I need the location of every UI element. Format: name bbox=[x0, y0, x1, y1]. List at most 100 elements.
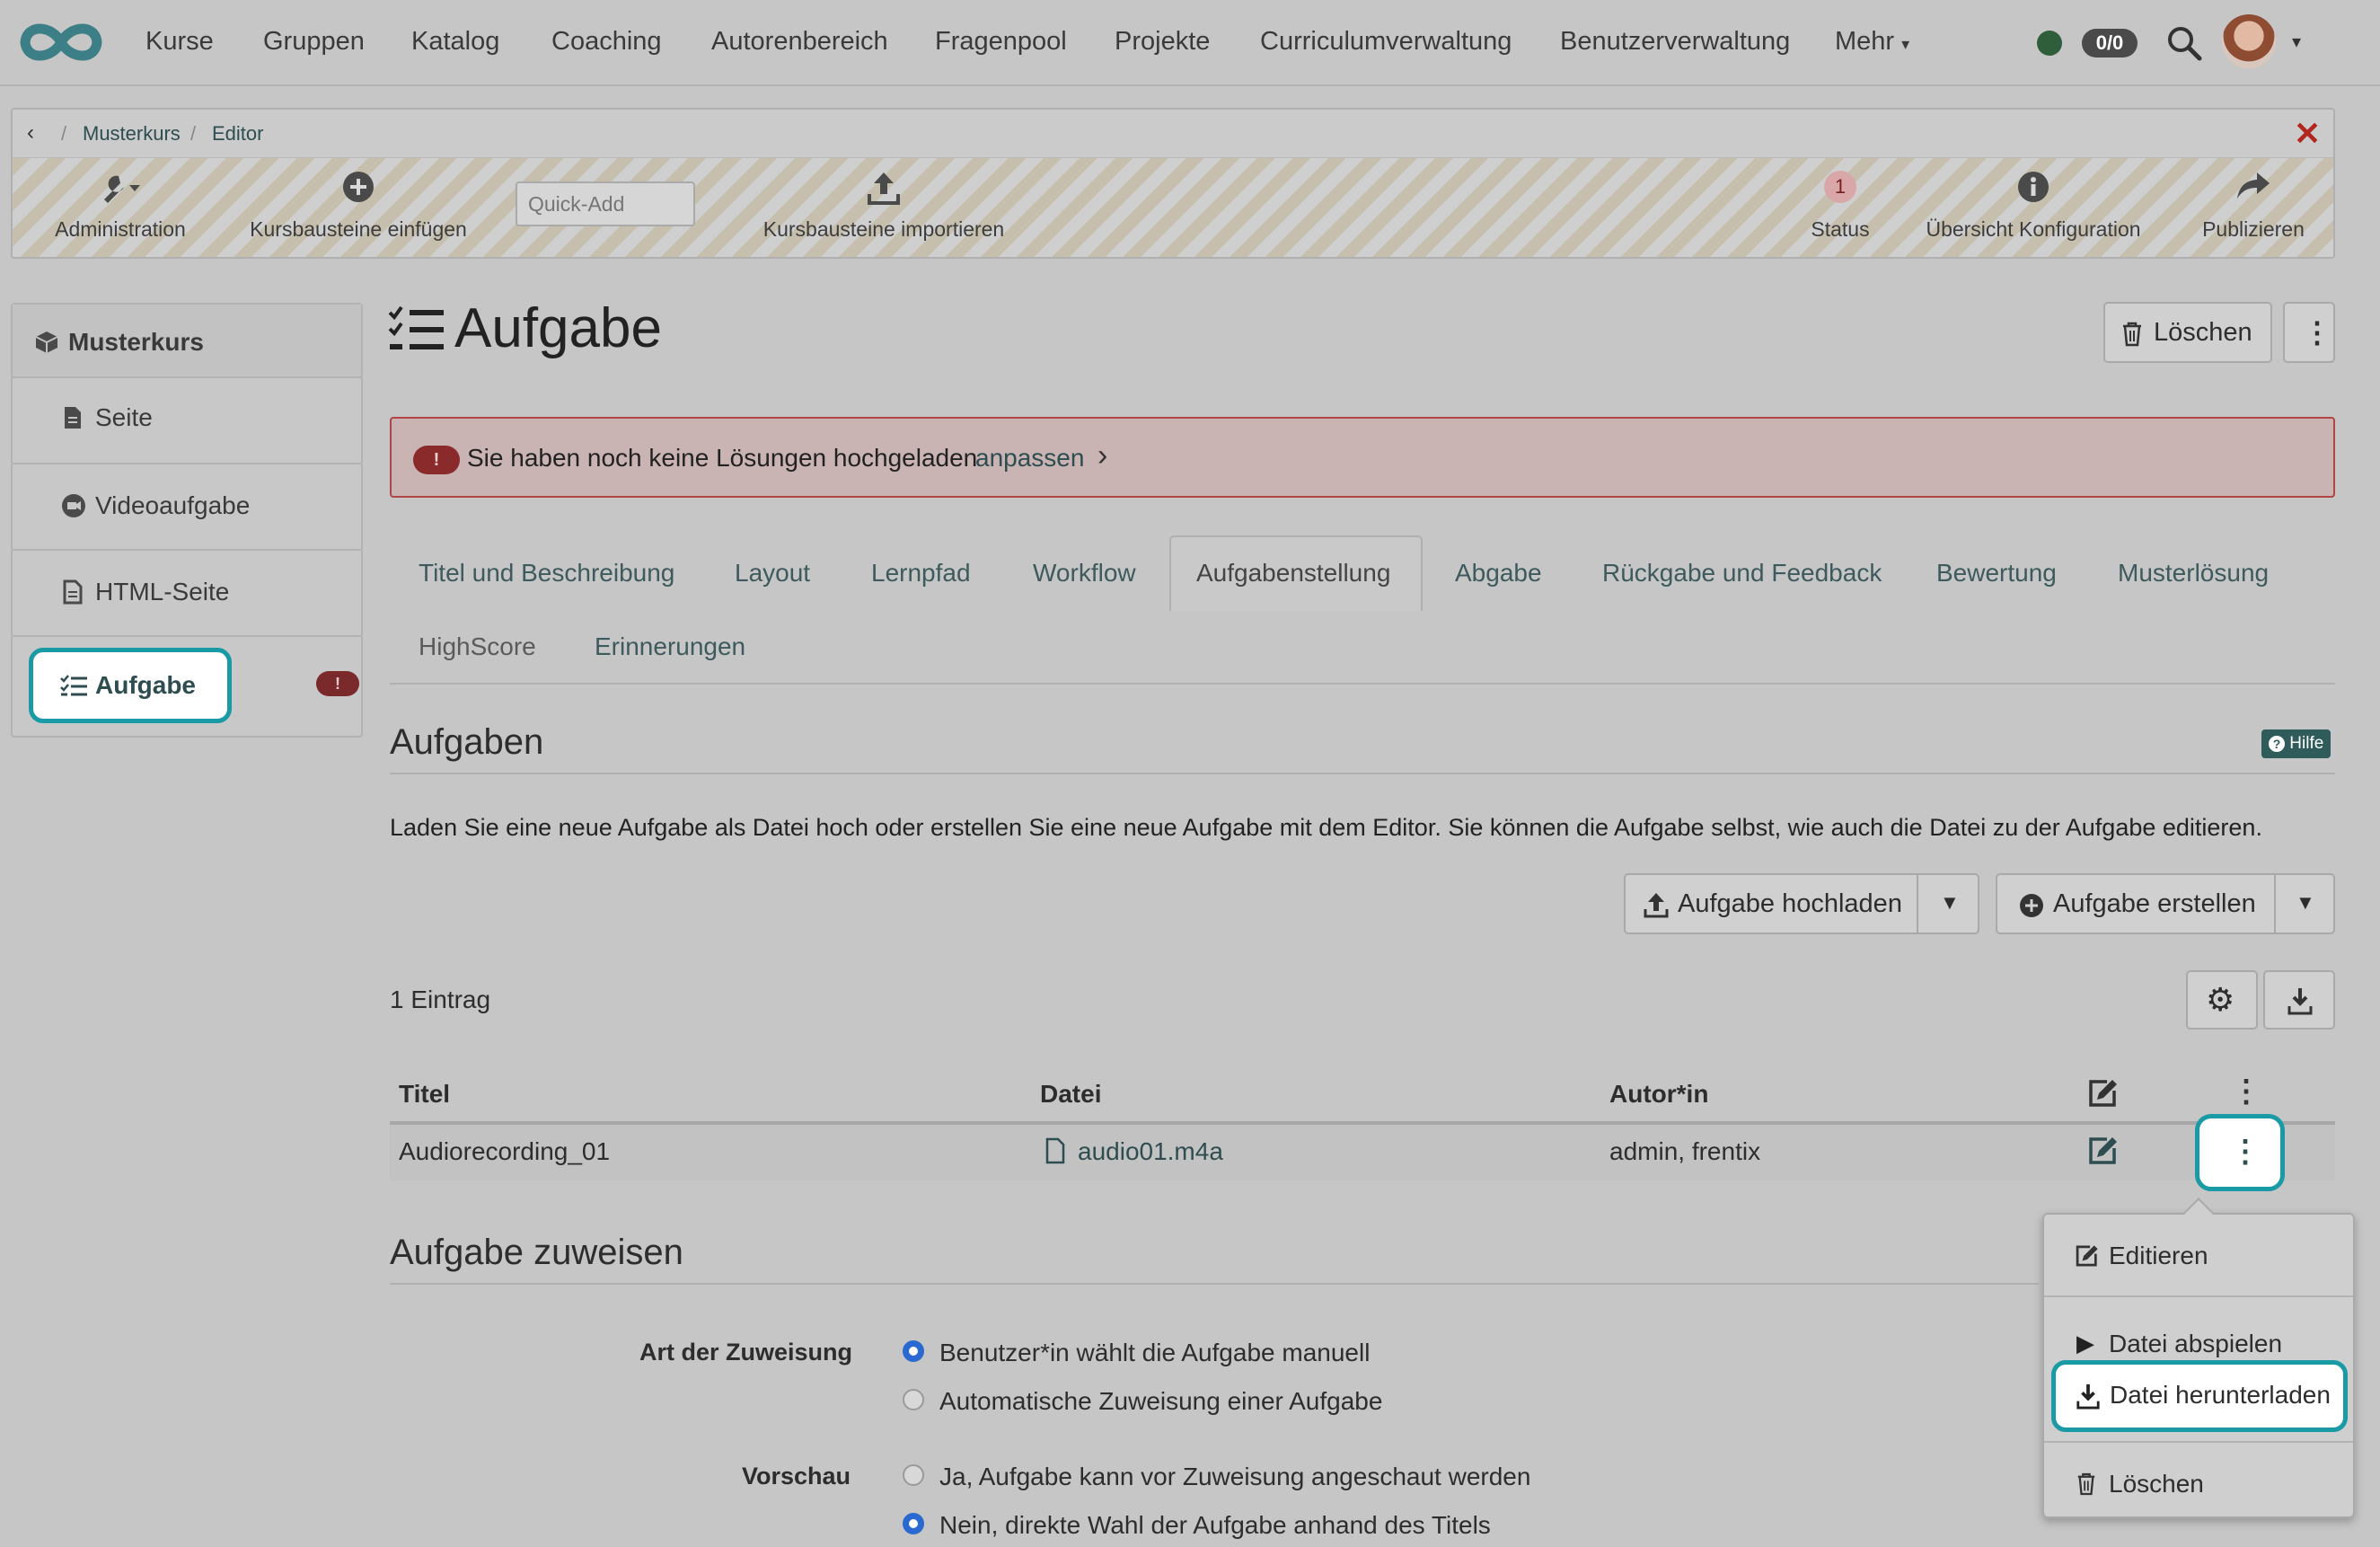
sidebar-item-seite[interactable]: Seite bbox=[13, 378, 361, 464]
error-alert-icon: ! bbox=[413, 446, 460, 474]
sidebar-item-musterkurs[interactable]: Musterkurs bbox=[13, 305, 361, 378]
assign-type-radio-auto[interactable] bbox=[903, 1389, 924, 1410]
assign-type-radio-manual[interactable] bbox=[903, 1340, 924, 1362]
chevron-right-icon: › bbox=[1097, 438, 1108, 473]
import-building-blocks-button[interactable]: Kursbausteine importieren bbox=[731, 158, 1036, 257]
tab-aufgabenstellung-active[interactable]: Aufgabenstellung bbox=[1169, 535, 1423, 611]
tab-bewertung[interactable]: Bewertung bbox=[1936, 559, 2057, 588]
video-icon bbox=[61, 493, 86, 518]
row-edit-icon[interactable] bbox=[2087, 1136, 2120, 1166]
nav-gruppen[interactable]: Gruppen bbox=[263, 27, 365, 57]
menu-item-edit[interactable]: Editieren bbox=[2044, 1233, 2353, 1277]
vertical-dots-icon: ⋮ bbox=[2231, 1074, 2261, 1109]
html-file-icon bbox=[63, 579, 83, 605]
delete-node-button[interactable]: Löschen bbox=[2103, 302, 2272, 363]
configuration-overview-button[interactable]: Übersicht Konfiguration bbox=[1908, 158, 2159, 257]
tab-workflow[interactable]: Workflow bbox=[1033, 559, 1136, 588]
tab-titel-und-beschreibung[interactable]: Titel und Beschreibung bbox=[419, 559, 674, 588]
preview-option-yes: Ja, Aufgabe kann vor Zuweisung angeschau… bbox=[939, 1463, 1531, 1490]
nav-projekte[interactable]: Projekte bbox=[1115, 27, 1210, 57]
error-badge-icon: ! bbox=[316, 671, 359, 696]
search-icon[interactable] bbox=[2166, 25, 2202, 61]
tab-lernpfad[interactable]: Lernpfad bbox=[871, 559, 971, 588]
assign-heading: Aufgabe zuweisen bbox=[390, 1233, 683, 1272]
user-menu-caret-icon[interactable]: ▾ bbox=[2292, 31, 2301, 53]
tab-musterloesung[interactable]: Musterlösung bbox=[2118, 559, 2269, 588]
assign-type-label: Art der Zuweisung bbox=[639, 1339, 853, 1366]
row-actions-button[interactable]: ⋮ bbox=[2195, 1114, 2285, 1191]
menu-divider bbox=[2044, 1295, 2353, 1297]
download-icon bbox=[2076, 1383, 2101, 1410]
preview-label: Vorschau bbox=[742, 1463, 851, 1490]
preview-radio-yes[interactable] bbox=[903, 1464, 924, 1486]
tab-layout[interactable]: Layout bbox=[735, 559, 810, 588]
course-editor-toolbar: ‹ / Musterkurs / Editor ✕ Administration… bbox=[11, 108, 2335, 259]
sidebar-item-html-seite[interactable]: HTML-Seite bbox=[13, 551, 361, 637]
nav-katalog[interactable]: Katalog bbox=[411, 27, 499, 57]
alert-adjust-link[interactable]: anpassen bbox=[975, 444, 1084, 473]
create-task-button[interactable]: Aufgabe erstellen bbox=[1996, 873, 2276, 934]
row-actions-menu: Editieren ▶ Datei abspielen Datei herunt… bbox=[2042, 1198, 2355, 1518]
help-badge[interactable]: ? Hilfe bbox=[2261, 729, 2332, 758]
tasks-description: Laden Sie eine neue Aufgabe als Datei ho… bbox=[390, 814, 2262, 841]
menu-item-play-file[interactable]: ▶ Datei abspielen bbox=[2044, 1321, 2353, 1366]
insert-building-blocks-button[interactable]: Kursbausteine einfügen bbox=[228, 158, 489, 257]
column-header-datei[interactable]: Datei bbox=[1040, 1080, 1101, 1109]
tab-rueckgabe-und-feedback[interactable]: Rückgabe und Feedback bbox=[1602, 559, 1882, 588]
publish-button[interactable]: Publizieren bbox=[2186, 158, 2321, 257]
logo-icon[interactable] bbox=[14, 18, 108, 66]
gear-icon: ⚙ bbox=[2206, 981, 2235, 1018]
toolbar-area: Administration Kursbausteine einfügen Ku… bbox=[13, 158, 2333, 257]
create-task-dropdown-button[interactable]: ▼ bbox=[2274, 873, 2335, 934]
breadcrumb-musterkurs[interactable]: Musterkurs bbox=[83, 122, 181, 146]
file-icon bbox=[63, 405, 83, 430]
vertical-dots-icon: ⋮ bbox=[2230, 1135, 2261, 1169]
nav-autorenbereich[interactable]: Autorenbereich bbox=[711, 27, 888, 57]
row-author: admin, frentix bbox=[1609, 1137, 1761, 1165]
quick-add-input[interactable] bbox=[516, 181, 695, 226]
nav-benutzerverwaltung[interactable]: Benutzerverwaltung bbox=[1560, 27, 1790, 57]
upload-icon bbox=[1644, 891, 1669, 918]
row-file-link[interactable]: audio01.m4a bbox=[1078, 1137, 1223, 1166]
status-button[interactable]: 1 Status bbox=[1791, 158, 1890, 257]
notification-badge[interactable]: 0/0 bbox=[2082, 29, 2138, 57]
nav-kurse[interactable]: Kurse bbox=[145, 27, 214, 57]
vertical-dots-icon: ⋮ bbox=[2303, 316, 2332, 349]
nav-curriculumverwaltung[interactable]: Curriculumverwaltung bbox=[1260, 27, 1512, 57]
breadcrumb-editor[interactable]: Editor bbox=[212, 122, 263, 146]
tab-highscore[interactable]: HighScore bbox=[419, 632, 536, 661]
preview-option-no: Nein, direkte Wahl der Aufgabe anhand de… bbox=[939, 1511, 1491, 1539]
tab-erinnerungen[interactable]: Erinnerungen bbox=[595, 632, 745, 661]
close-icon[interactable]: ✕ bbox=[2294, 115, 2321, 153]
sidebar-item-videoaufgabe[interactable]: Videoaufgabe bbox=[13, 464, 361, 551]
table-settings-button[interactable]: ⚙ bbox=[2186, 970, 2258, 1030]
nav-coaching[interactable]: Coaching bbox=[551, 27, 662, 57]
column-header-titel[interactable]: Titel bbox=[399, 1080, 450, 1109]
top-navigation: Kurse Gruppen Katalog Coaching Autorenbe… bbox=[0, 0, 2380, 86]
more-options-button[interactable]: ⋮ bbox=[2283, 302, 2335, 363]
upload-task-button[interactable]: Aufgabe hochladen bbox=[1624, 873, 1918, 934]
preview-radio-no[interactable] bbox=[903, 1513, 924, 1534]
status-count-badge: 1 bbox=[1824, 171, 1856, 203]
back-chevron-icon[interactable]: ‹ bbox=[27, 120, 34, 146]
table-row: Audiorecording_01 audio01.m4a admin, fre… bbox=[390, 1125, 2335, 1180]
upload-task-dropdown-button[interactable]: ▼ bbox=[1917, 873, 1979, 934]
menu-item-download-file[interactable]: Datei herunterladen bbox=[2051, 1360, 2348, 1432]
download-icon bbox=[2287, 986, 2314, 1015]
user-avatar[interactable] bbox=[2222, 14, 2276, 68]
task-list-icon bbox=[388, 305, 445, 354]
nav-mehr[interactable]: Mehr ▾ bbox=[1835, 27, 1909, 57]
upload-icon bbox=[866, 171, 902, 207]
tasks-table: Titel Datei Autor*in ⋮ Audiorecording_01… bbox=[390, 1064, 2335, 1180]
tab-bar: Titel und Beschreibung Layout Lernpfad W… bbox=[390, 532, 2335, 685]
column-header-autor[interactable]: Autor*in bbox=[1609, 1080, 1708, 1109]
menu-item-delete[interactable]: Löschen bbox=[2044, 1461, 2353, 1506]
tab-abgabe[interactable]: Abgabe bbox=[1455, 559, 1542, 588]
sidebar-item-aufgabe[interactable]: Aufgabe ! bbox=[13, 637, 361, 734]
administration-button[interactable]: Administration bbox=[31, 158, 210, 257]
table-download-button[interactable] bbox=[2263, 970, 2335, 1030]
question-circle-icon: ? bbox=[2269, 736, 2285, 752]
entry-count: 1 Eintrag bbox=[390, 986, 491, 1013]
nav-fragenpool[interactable]: Fragenpool bbox=[935, 27, 1067, 57]
wrench-icon bbox=[92, 171, 149, 207]
